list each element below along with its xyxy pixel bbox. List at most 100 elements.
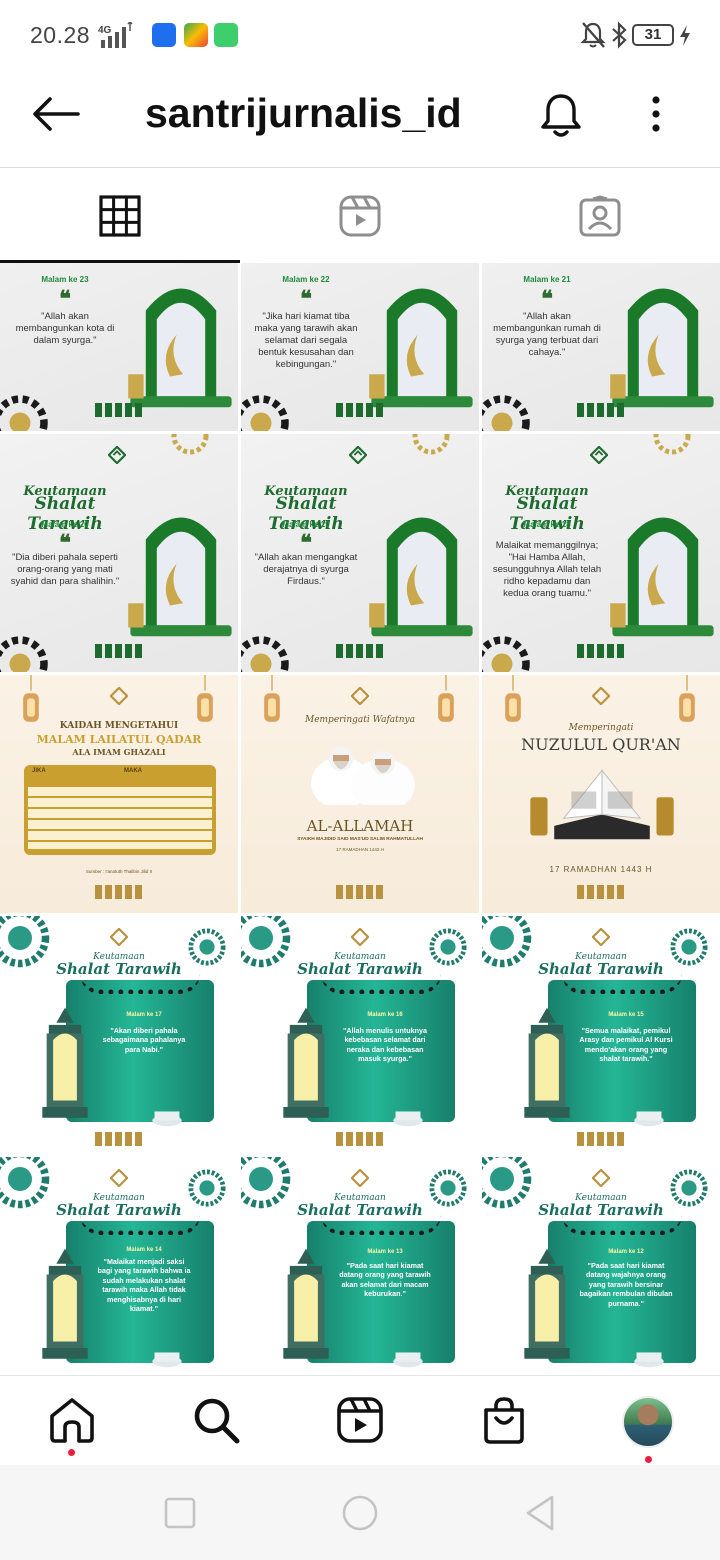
- post-person-name: AL-ALLAMAH: [306, 817, 414, 835]
- brand-logo-icon: [108, 446, 126, 464]
- ornament-icon: [412, 434, 450, 455]
- prayer-beads: [321, 974, 441, 994]
- reels-icon: [337, 1397, 383, 1443]
- nav-home[interactable]: [46, 1394, 98, 1446]
- bottom-navigation: [0, 1375, 720, 1465]
- tab-grid[interactable]: [0, 169, 240, 263]
- lantern-icon: [505, 675, 521, 722]
- quote-mark-icon: ❝: [300, 286, 312, 312]
- post-quote: "Allah akan membangunkan kota di dalam s…: [15, 311, 115, 346]
- post-title-line2: MALAM LAILATUL QADAR: [36, 733, 202, 746]
- prayer-beads: [562, 974, 682, 994]
- post-thumbnail[interactable]: KAIDAH MENGETAHUI MALAM LAILATUL QADAR A…: [0, 675, 238, 913]
- status-bar: 20.28 4G 31: [0, 0, 720, 72]
- post-thumbnail[interactable]: Memperingati Wafatnya AL-ALLAMAH SYAIKH …: [241, 675, 479, 913]
- post-thumbnail[interactable]: Memperingati NUZULUL QUR'AN 17 RAMADHAN …: [482, 675, 720, 913]
- post-footer-logos: [336, 403, 384, 417]
- post-thumbnail[interactable]: Keutamaan Shalat Tarawih Malam ke 13 "Pa…: [241, 1157, 479, 1375]
- lantern-icon: [283, 1248, 329, 1359]
- post-thumbnail[interactable]: Keutamaan Shalat Tarawih Malam ke 16 "Al…: [241, 916, 479, 1154]
- candle-icon: [634, 1111, 664, 1127]
- post-footer-logos: [577, 403, 625, 417]
- mute-icon: [580, 22, 606, 48]
- post-thumbnail[interactable]: Keutamaan Shalat Tarawih Malam ke 20 ❝ "…: [0, 434, 238, 672]
- shop-bag-icon: [484, 1397, 524, 1444]
- post-quote: "Pada saat hari kiamat datang wajahnya o…: [579, 1261, 673, 1308]
- bluetooth-icon: [612, 21, 627, 49]
- brand-logo-icon: [351, 928, 369, 946]
- profile-avatar[interactable]: [622, 1396, 674, 1448]
- more-vert-icon[interactable]: [646, 94, 666, 134]
- post-quote: "Dia diberi pahala seperti orang-orang y…: [10, 552, 120, 587]
- post-title-line3: ALA IMAM GHAZALI: [72, 747, 166, 757]
- post-quote: "Akan diberi pahala sebagaimana pahalany…: [102, 1026, 186, 1054]
- post-night-label: Malam ke 12: [608, 1249, 644, 1255]
- post-thumbnail[interactable]: Malam ke 21 ❝ "Allah akan membangunkan r…: [482, 263, 720, 431]
- lantern-icon: [524, 1248, 570, 1359]
- post-thumbnail[interactable]: Malam ke 22 ❝ "Jika hari kiamat tiba mak…: [241, 263, 479, 431]
- ornament-icon: [482, 395, 530, 431]
- nav-search[interactable]: [190, 1394, 242, 1446]
- lantern-icon: [197, 675, 213, 722]
- profile-username: santrijurnalis_id: [145, 90, 462, 136]
- ornament-icon: [0, 636, 48, 672]
- post-footer-logos: [95, 644, 143, 658]
- brand-logo-icon: [110, 687, 128, 705]
- nav-shop[interactable]: [478, 1394, 530, 1446]
- post-night-label: Malam ke 18: [523, 520, 571, 529]
- table-rows: [28, 787, 212, 849]
- recents-icon[interactable]: [160, 1493, 200, 1533]
- post-grid: Malam ke 23 ❝ "Allah akan membangunkan k…: [0, 263, 720, 1375]
- post-thumbnail[interactable]: Keutamaan Shalat Tarawih Malam ke 18 Mal…: [482, 434, 720, 672]
- post-night-label: Malam ke 13: [367, 1249, 403, 1255]
- post-thumbnail[interactable]: Keutamaan Shalat Tarawih Malam ke 19 ❝ "…: [241, 434, 479, 672]
- mosque-arch-illustration: [610, 517, 714, 637]
- post-person-subtitle: SYAIKH MAJIDID SAID MAS'UD SALIM RAHMATU…: [297, 837, 423, 842]
- home-icon: [50, 1398, 94, 1443]
- tab-reels[interactable]: [240, 169, 480, 263]
- post-script-heading: Memperingati: [568, 723, 634, 733]
- ornament-icon: [171, 434, 209, 455]
- prayer-beads: [321, 1215, 441, 1235]
- search-icon: [194, 1398, 240, 1444]
- post-title: NUZULUL QUR'AN: [521, 735, 681, 754]
- post-quote: Malaikat memanggilnya; "Hai Hamba Allah,…: [492, 540, 602, 599]
- post-night-label: Malam ke 15: [608, 1012, 644, 1018]
- post-quote: "Jika hari kiamat tiba maka yang tarawih…: [254, 311, 358, 370]
- bell-icon[interactable]: [538, 90, 584, 140]
- ornament-icon: [241, 395, 289, 431]
- home-circle-icon[interactable]: [340, 1493, 380, 1533]
- nav-reels[interactable]: [334, 1394, 386, 1446]
- post-footer-logos: [336, 885, 384, 899]
- reels-icon: [339, 195, 381, 237]
- profile-tabs: [0, 169, 720, 263]
- lantern-icon: [23, 675, 39, 722]
- post-thumbnail[interactable]: Keutamaan Shalat Tarawih Malam ke 17 "Ak…: [0, 916, 238, 1154]
- brand-logo-icon: [349, 446, 367, 464]
- post-night-label: Malam ke 17: [126, 1012, 162, 1018]
- profile-notification-dot: [645, 1456, 652, 1463]
- battery-icon: 31: [632, 24, 674, 46]
- brand-logo-icon: [351, 1169, 369, 1187]
- post-thumbnail[interactable]: Keutamaan Shalat Tarawih Malam ke 12 "Pa…: [482, 1157, 720, 1375]
- lantern-icon: [283, 1007, 329, 1118]
- portrait-photo: [311, 747, 415, 805]
- profile-header: santrijurnalis_id: [0, 72, 720, 168]
- post-footer-logos: [577, 1132, 625, 1146]
- prayer-beads: [562, 1215, 682, 1235]
- post-thumbnail[interactable]: Keutamaan Shalat Tarawih Malam ke 15 "Se…: [482, 916, 720, 1154]
- quote-mark-icon: ❝: [541, 286, 553, 312]
- candle-icon: [152, 1111, 182, 1127]
- post-thumbnail[interactable]: Keutamaan Shalat Tarawih Malam ke 14 "Ma…: [0, 1157, 238, 1375]
- back-arrow-icon[interactable]: [30, 94, 82, 134]
- chat-app-icon: [214, 23, 238, 47]
- back-triangle-icon[interactable]: [520, 1493, 560, 1533]
- post-thumbnail[interactable]: Malam ke 23 ❝ "Allah akan membangunkan k…: [0, 263, 238, 431]
- post-title-line1: KAIDAH MENGETAHUI: [59, 721, 179, 731]
- brand-logo-icon: [110, 928, 128, 946]
- tab-tagged[interactable]: [480, 169, 720, 263]
- post-quote: "Semua malaikat, pemikul Arasy dan pemik…: [579, 1026, 673, 1064]
- post-footer-logos: [95, 1132, 143, 1146]
- prayer-beads: [80, 1215, 200, 1235]
- brand-logo-icon: [592, 1169, 610, 1187]
